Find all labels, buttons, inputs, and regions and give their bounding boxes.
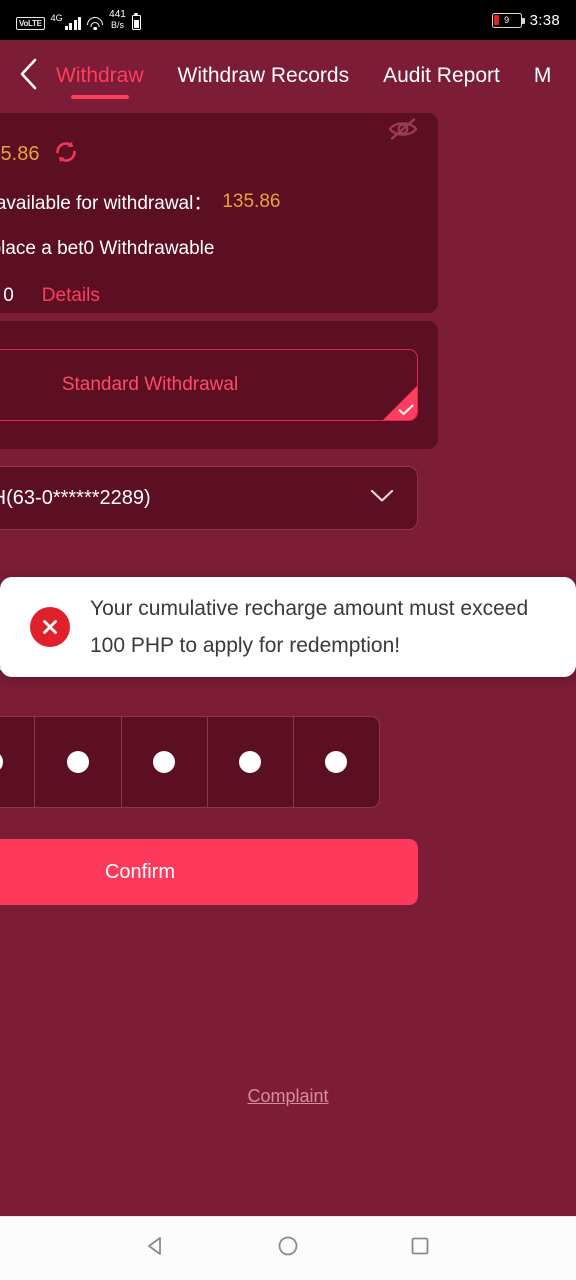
back-button[interactable] [0, 40, 56, 108]
battery-percent-label: 9 [504, 15, 510, 25]
status-bar-right: 9 3:38 [491, 11, 560, 29]
pin-dot [325, 751, 348, 773]
network-generation-label: 4G [50, 13, 63, 23]
check-icon [398, 404, 414, 415]
available-balance-row: The balance available for withdrawal： 13… [0, 178, 438, 225]
pin-cell[interactable] [35, 717, 122, 807]
withdrawal-type-card: Standard Withdrawal [0, 321, 438, 449]
pin-dot [239, 751, 262, 773]
network-speed-value: 441 [109, 9, 126, 20]
pin-cell[interactable] [0, 717, 36, 807]
tab-list: Withdraw Withdraw Records Audit Report M [56, 40, 551, 108]
balance-row: Balance： 135.86 [0, 131, 438, 178]
under-review-row: Under review 0 Details [0, 272, 438, 319]
balance-card: Balance： 135.86 The balance available fo… [0, 113, 438, 313]
available-balance-value: 135.86 [222, 190, 281, 212]
payment-method-selector[interactable]: G GCash GCASH(63-0******2289) [0, 466, 418, 530]
available-balance-label: The balance available for withdrawal： [0, 193, 213, 214]
error-toast: Your cumulative recharge amount must exc… [0, 577, 576, 677]
pin-dot [0, 751, 3, 773]
bet-requirement-row: Still need to place a bet0 Withdrawable [0, 237, 215, 259]
circle-home-icon[interactable] [276, 1234, 300, 1263]
square-recents-icon[interactable] [408, 1234, 432, 1263]
battery-icon: 9 [491, 12, 525, 28]
under-review-label: Under review 0 [0, 284, 14, 306]
status-bar: VoLTE 4G 441 B/s 9 3:38 [0, 0, 576, 40]
network-speed-unit: B/s [111, 20, 125, 30]
tab-withdraw-records[interactable]: Withdraw Records [178, 40, 350, 108]
pin-dot [66, 751, 89, 773]
wifi-icon [87, 17, 104, 30]
pin-dot [153, 751, 176, 773]
payment-account-label: GCASH(63-0******2289) [0, 486, 151, 509]
confirm-button[interactable]: Confirm [0, 839, 418, 905]
standard-withdrawal-option[interactable]: Standard Withdrawal [0, 349, 418, 421]
pin-cell[interactable] [208, 717, 294, 807]
complaint-link[interactable]: Complaint [247, 1086, 328, 1106]
tab-withdraw[interactable]: Withdraw [56, 40, 144, 108]
password-pin-input[interactable] [0, 716, 380, 808]
battery-small-icon [131, 15, 141, 30]
app-root: VoLTE 4G 441 B/s 9 3:38 Withdraw Withdra… [0, 0, 576, 1280]
complaint-link-row: Complaint [0, 1086, 576, 1107]
status-bar-left: VoLTE 4G 441 B/s [16, 10, 141, 30]
android-navigation-bar [0, 1216, 576, 1280]
triangle-back-icon[interactable] [144, 1234, 168, 1263]
refresh-icon[interactable] [53, 139, 79, 171]
pin-cell[interactable] [294, 717, 379, 807]
top-navigation-bar: Withdraw Withdraw Records Audit Report M [0, 40, 576, 108]
pin-cell[interactable] [122, 717, 208, 807]
error-toast-message: Your cumulative recharge amount must exc… [90, 597, 529, 657]
signal-bars-icon [64, 16, 82, 30]
balance-value: 135.86 [0, 143, 40, 165]
chevron-down-icon[interactable] [369, 488, 395, 509]
volte-icon: VoLTE [16, 17, 45, 30]
tab-audit-report[interactable]: Audit Report [383, 40, 500, 108]
network-speed-indicator: 441 B/s [109, 9, 126, 31]
confirm-button-label: Confirm [104, 860, 175, 883]
chevron-left-icon [20, 58, 37, 90]
selected-check-badge [383, 386, 417, 420]
tab-more[interactable]: M [534, 40, 552, 108]
error-circle-x-icon [30, 607, 70, 647]
standard-withdrawal-label: Standard Withdrawal [61, 374, 239, 395]
clock-label: 3:38 [529, 11, 560, 29]
details-link[interactable]: Details [42, 285, 100, 307]
eye-off-icon[interactable] [387, 116, 419, 147]
